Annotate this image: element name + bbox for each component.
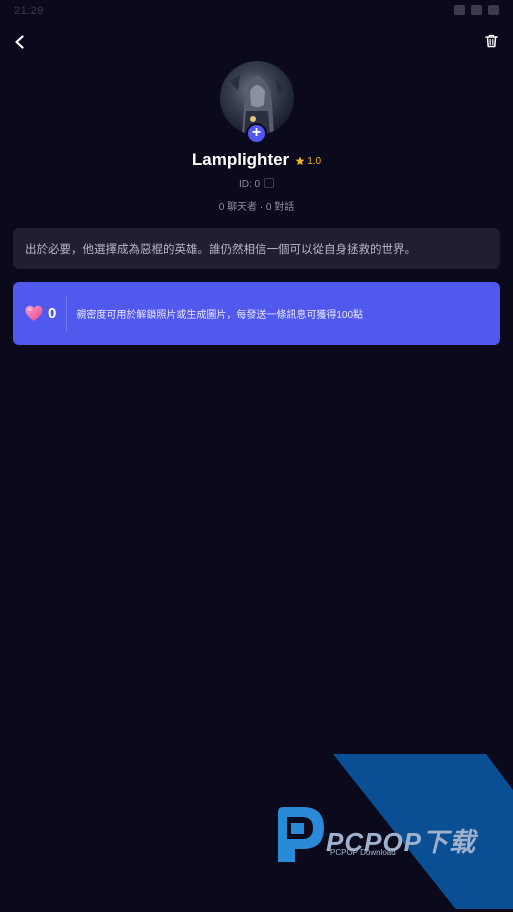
battery-icon [488,5,499,15]
copy-icon[interactable] [264,178,275,188]
id-row: ID: 0 [0,178,513,190]
name-row: Lamplighter 1.0 [0,150,513,170]
star-icon [295,156,305,166]
character-profile-screen: 21:29 + Lamplighter 1.0 ID: 0 0 聊天者 · 0 … [0,0,513,912]
intimacy-value: 0 [48,305,57,322]
wifi-icon [454,5,465,15]
status-icons [454,5,499,15]
rating-badge: 1.0 [295,156,321,167]
character-id: ID: 0 [238,179,261,190]
intimacy-note: 親密度可用於解鎖照片或生成圖片，每發送一條訊息可獲得100點 [76,310,364,321]
avatar-container: + [220,61,294,144]
delete-button[interactable] [481,31,501,51]
add-avatar-button[interactable]: + [246,123,267,144]
watermark-subtitle: PCPOP Download [330,848,396,857]
signal-icon [471,5,482,15]
intimacy-card[interactable]: 0 親密度可用於解鎖照片或生成圖片，每發送一條訊息可獲得100點 [13,282,500,345]
status-time: 21:29 [14,5,45,17]
status-bar: 21:29 [0,0,513,24]
character-name: Lamplighter [191,150,290,169]
chat-stats: 0 聊天者 · 0 對話 [218,202,295,213]
heart-icon [25,305,43,321]
back-button[interactable] [8,30,32,54]
watermark-title: PCPOP下载 [326,827,477,857]
card-divider [66,295,68,332]
chevron-left-icon [15,35,24,49]
character-description: 出於必要，他選擇成為惡棍的英雄。誰仍然相信一個可以從自身拯救的世界。 [13,228,500,269]
rating-value: 1.0 [307,155,322,167]
trash-icon [484,34,498,48]
